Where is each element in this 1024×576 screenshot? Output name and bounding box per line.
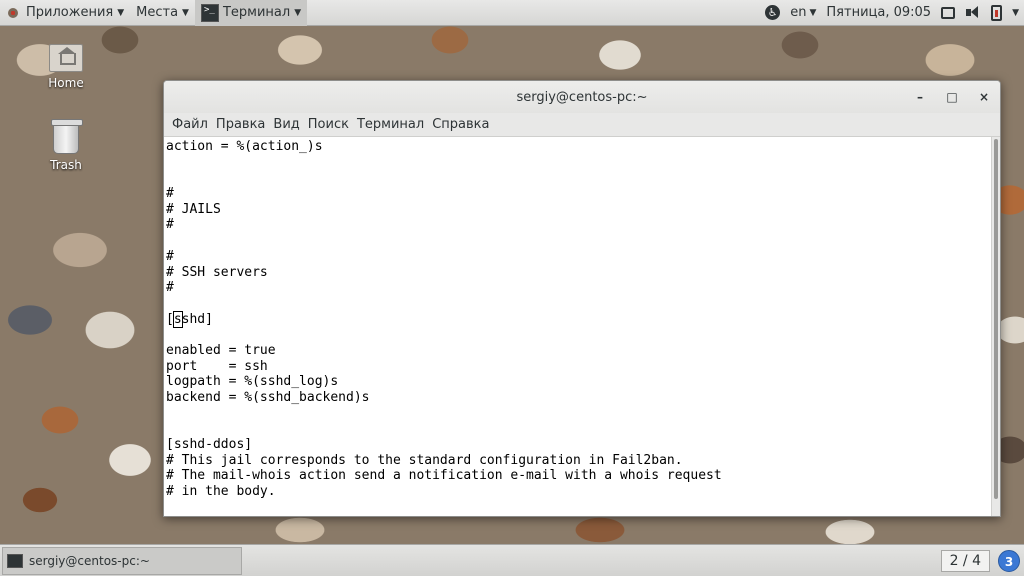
terminal-icon bbox=[7, 553, 23, 568]
text-cursor: s bbox=[172, 310, 183, 328]
places-menu[interactable]: Места ▼ bbox=[130, 0, 195, 26]
system-menu-chevron-icon[interactable]: ▼ bbox=[1012, 8, 1019, 18]
terminal-line: [sshd-ddos] bbox=[166, 437, 253, 453]
desktop-trash[interactable]: Trash bbox=[31, 119, 101, 172]
terminal-text-area[interactable]: action = %(action_)s # # JAILS # # # SSH serv… bbox=[164, 137, 992, 516]
window-controls: – □ × bbox=[898, 87, 994, 107]
desktop-home-label: Home bbox=[48, 76, 84, 90]
accessibility-icon[interactable]: ♿ bbox=[765, 5, 781, 20]
menu-view[interactable]: Вид bbox=[269, 117, 303, 132]
minimize-button[interactable]: – bbox=[910, 87, 930, 107]
language-indicator[interactable]: en ▼ bbox=[790, 5, 816, 20]
terminal-window: sergiy@centos-pc:~ – □ × Файл Правка Вид… bbox=[163, 80, 1001, 517]
terminal-line: [sshd] bbox=[166, 310, 213, 328]
display-icon[interactable] bbox=[941, 6, 956, 19]
applications-icon bbox=[6, 6, 20, 20]
menu-help[interactable]: Справка bbox=[428, 117, 493, 132]
terminal-line: # This jail corresponds to the standard … bbox=[166, 452, 683, 468]
clock[interactable]: Пятница, 09:05 bbox=[826, 5, 931, 20]
terminal-line: # bbox=[166, 280, 174, 296]
taskbar-item-label: sergiy@centos-pc:~ bbox=[29, 553, 150, 568]
terminal-app-menu[interactable]: >_ Терминал ▼ bbox=[194, 0, 308, 26]
bottom-panel: sergiy@centos-pc:~ 2 / 4 3 bbox=[0, 544, 1024, 576]
desktop-home[interactable]: Home bbox=[31, 44, 101, 90]
terminal-line: # JAILS bbox=[166, 201, 221, 217]
chevron-down-icon: ▼ bbox=[809, 7, 817, 18]
notification-badge[interactable]: 3 bbox=[998, 549, 1020, 572]
terminal-line: # bbox=[166, 248, 174, 264]
terminal-line: action = %(action_)s bbox=[166, 139, 323, 154]
battery-icon[interactable] bbox=[991, 4, 1003, 21]
terminal-line: # in the body. bbox=[166, 484, 276, 500]
terminal-line: port = ssh bbox=[166, 358, 268, 374]
terminal-line: # bbox=[166, 217, 174, 233]
terminal-line: backend = %(sshd_backend)s bbox=[166, 390, 370, 405]
panel-status-area: ♿ en ▼ Пятница, 09:05 ▼ bbox=[760, 0, 1024, 26]
terminal-line: # The mail-whois action send a notificat… bbox=[166, 468, 722, 484]
language-label: en bbox=[790, 5, 807, 20]
workspace-switcher[interactable]: 2 / 4 bbox=[940, 549, 990, 572]
terminal-line: enabled = true bbox=[166, 342, 276, 358]
applications-menu[interactable]: Приложения ▼ bbox=[0, 0, 130, 26]
top-panel: Приложения ▼ Места ▼ >_ Терминал ▼ ♿ en … bbox=[0, 0, 1024, 26]
menu-terminal[interactable]: Терминал bbox=[353, 117, 428, 132]
volume-icon[interactable] bbox=[965, 5, 981, 21]
chevron-down-icon: ▼ bbox=[117, 7, 125, 18]
terminal-scrollbar[interactable] bbox=[991, 137, 1000, 516]
chevron-down-icon: ▼ bbox=[294, 7, 302, 18]
places-label: Места bbox=[136, 5, 179, 20]
window-title: sergiy@centos-pc:~ bbox=[516, 89, 648, 105]
chevron-down-icon: ▼ bbox=[182, 7, 189, 18]
terminal-line: # SSH servers bbox=[166, 264, 268, 280]
trash-icon bbox=[51, 119, 83, 154]
terminal-menubar: Файл Правка Вид Поиск Терминал Справка bbox=[164, 113, 1000, 137]
applications-label: Приложения bbox=[26, 5, 114, 20]
menu-file[interactable]: Файл bbox=[168, 117, 212, 132]
home-folder-icon bbox=[49, 44, 83, 72]
terminal-line: # bbox=[166, 186, 174, 202]
terminal-line: logpath = %(sshd_log)s bbox=[166, 374, 339, 390]
taskbar-terminal-item[interactable]: sergiy@centos-pc:~ bbox=[2, 546, 242, 575]
close-button[interactable]: × bbox=[974, 87, 994, 107]
terminal-icon: >_ bbox=[200, 3, 219, 22]
desktop-trash-label: Trash bbox=[50, 158, 82, 172]
terminal-app-label: Терминал bbox=[222, 5, 291, 20]
menu-search[interactable]: Поиск bbox=[304, 117, 353, 132]
window-titlebar[interactable]: sergiy@centos-pc:~ – □ × bbox=[164, 81, 1000, 113]
scrollbar-thumb[interactable] bbox=[994, 139, 998, 499]
menu-edit[interactable]: Правка bbox=[212, 117, 269, 132]
maximize-button[interactable]: □ bbox=[942, 87, 962, 107]
